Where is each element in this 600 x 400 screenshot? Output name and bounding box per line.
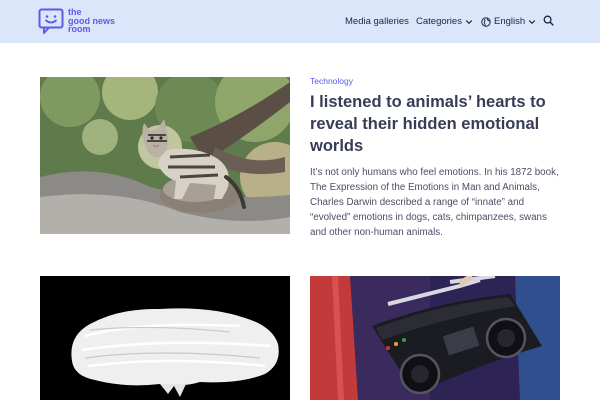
- cat-on-tree-photo: [40, 77, 290, 234]
- nav-media-galleries[interactable]: Media galleries: [345, 16, 409, 27]
- site-logo[interactable]: the good news room: [38, 8, 128, 34]
- search-button[interactable]: [543, 15, 554, 26]
- chevron-down-icon: [529, 19, 536, 24]
- article-card-image-paint[interactable]: [40, 276, 290, 400]
- nav-media-galleries-label: Media galleries: [345, 16, 409, 27]
- featured-article-excerpt: It’s not only humans who feel emotions. …: [310, 167, 559, 238]
- nav-language-dropdown[interactable]: English: [481, 16, 536, 27]
- featured-article-category[interactable]: Technology: [310, 76, 353, 86]
- globe-icon: [481, 16, 491, 27]
- article-card-image-boombox[interactable]: [310, 276, 560, 400]
- white-paint-stroke-photo: [40, 276, 290, 400]
- nav-language-label: English: [494, 16, 526, 27]
- boombox-photo: [310, 276, 560, 400]
- smiley-chat-icon: [38, 8, 64, 34]
- chevron-down-icon: [465, 19, 473, 24]
- logo-line-3: room: [68, 24, 91, 35]
- logo-wordmark: the good news room: [68, 8, 128, 34]
- featured-article-image[interactable]: [40, 77, 290, 234]
- nav-categories-dropdown[interactable]: Categories: [416, 16, 473, 27]
- search-icon: [543, 15, 554, 26]
- site-header: the good news room Media galleries Categ…: [0, 0, 600, 43]
- featured-article-title[interactable]: I listened to animals’ hearts to reveal …: [310, 91, 560, 157]
- nav-categories-label: Categories: [416, 16, 462, 27]
